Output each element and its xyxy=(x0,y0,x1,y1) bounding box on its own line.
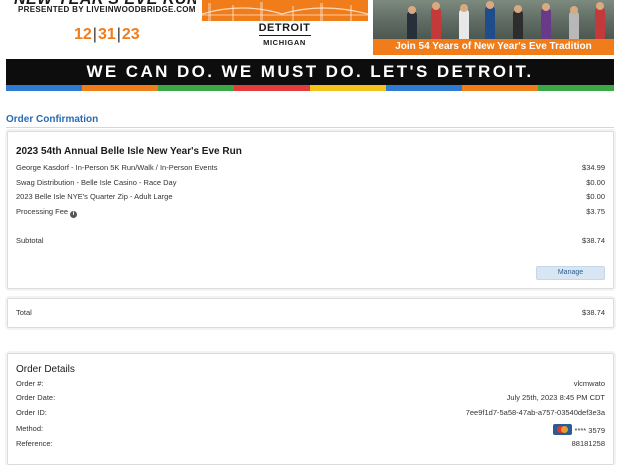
line-item: 2023 Belle Isle NYE's Quarter Zip - Adul… xyxy=(16,192,605,204)
info-icon[interactable]: i xyxy=(70,211,78,218)
runner-head xyxy=(570,6,578,14)
stripe-segment xyxy=(386,85,462,91)
detail-row: Order ID: 7ee9f1d7-5a58-47ab-a757-03540d… xyxy=(16,408,605,420)
mastercard-icon xyxy=(552,424,572,435)
total-label: Total xyxy=(16,308,32,317)
line-item: Swag Distribution - Belle Isle Casino - … xyxy=(16,178,605,190)
stripe-segment xyxy=(82,85,158,91)
banner-tagline: Join 54 Years of New Year's Eve Traditio… xyxy=(373,39,614,55)
skyline-icon xyxy=(202,0,368,21)
detail-value: 7ee9f1d7-5a58-47ab-a757-03540def3e3a xyxy=(465,408,605,417)
stripe-segment xyxy=(158,85,234,91)
total-card: Total $38.74 xyxy=(7,298,614,328)
city-underline xyxy=(259,35,311,36)
line-item-label: Swag Distribution - Belle Isle Casino - … xyxy=(16,178,177,187)
line-item-price: $0.00 xyxy=(586,178,605,187)
processing-fee-wrap: Processing Fee i xyxy=(16,207,78,218)
slogan-text: WE CAN DO. WE MUST DO. LET'S DETROIT. xyxy=(86,62,534,81)
runner-figure xyxy=(459,9,469,41)
stripe-segment xyxy=(462,85,538,91)
line-item-label: George Kasdorf - In-Person 5K Run/Walk /… xyxy=(16,163,218,172)
title-divider xyxy=(6,127,614,128)
page-title: Order Confirmation xyxy=(6,114,99,125)
runner-figure xyxy=(485,6,495,41)
stripe-segment xyxy=(310,85,386,91)
stripe-segment xyxy=(538,85,614,91)
runner-head xyxy=(432,2,440,10)
runner-head xyxy=(460,4,468,12)
detail-value: **** 3579 xyxy=(574,426,605,435)
detail-row: Reference: 88181258 xyxy=(16,439,605,451)
detail-value: 88181258 xyxy=(571,439,605,448)
date-day: 31 xyxy=(97,26,116,43)
banner-event-logo: NEW YEAR'S EVE RUN PRESENTED BY LIVEINWO… xyxy=(6,0,198,55)
line-item-label: Processing Fee xyxy=(16,207,69,216)
runner-head xyxy=(596,2,604,10)
detail-row: Method: **** 3579 xyxy=(16,424,605,436)
subtotal-value: $38.74 xyxy=(582,236,605,245)
runner-figure xyxy=(541,8,551,41)
order-details-card: Order Details Order #: vlcmwato Order Da… xyxy=(7,353,614,465)
detail-label: Reference: xyxy=(16,439,53,448)
detail-label: Method: xyxy=(16,424,44,433)
stripe-segment xyxy=(6,85,82,91)
runners-photo: Join 54 Years of New Year's Eve Traditio… xyxy=(373,0,614,55)
runner-figure xyxy=(595,7,605,41)
slogan-banner: WE CAN DO. WE MUST DO. LET'S DETROIT. xyxy=(6,59,614,91)
line-item-price: $0.00 xyxy=(586,192,605,201)
runner-head xyxy=(408,6,416,14)
detail-label: Order Date: xyxy=(16,393,56,402)
city-name: DETROIT xyxy=(258,22,311,34)
detail-label: Order #: xyxy=(16,379,44,388)
runner-head xyxy=(486,1,494,9)
header-banner: NEW YEAR'S EVE RUN PRESENTED BY LIVEINWO… xyxy=(6,0,614,55)
total-value: $38.74 xyxy=(582,308,605,317)
color-stripe xyxy=(6,85,614,91)
race-date: 12|31|23 xyxy=(74,26,140,43)
detail-value: July 25th, 2023 8:45 PM CDT xyxy=(506,393,605,402)
line-item-price: $34.99 xyxy=(582,163,605,172)
runner-figure xyxy=(431,7,441,41)
runner-head xyxy=(542,3,550,11)
presented-by: PRESENTED BY LIVEINWOODBRIDGE.COM xyxy=(18,5,196,14)
stripe-segment xyxy=(234,85,310,91)
order-summary-card: 2023 54th Annual Belle Isle New Year's E… xyxy=(7,131,614,289)
detail-row: Order Date: July 25th, 2023 8:45 PM CDT xyxy=(16,393,605,405)
payment-method: **** 3579 xyxy=(552,424,605,435)
detroit-logo: DETROIT MICHIGAN xyxy=(196,0,373,55)
detail-row: Order #: vlcmwato xyxy=(16,379,605,391)
runner-figure xyxy=(569,11,579,41)
line-item: George Kasdorf - In-Person 5K Run/Walk /… xyxy=(16,163,605,175)
subtotal-label: Subtotal xyxy=(16,236,44,245)
runner-head xyxy=(514,5,522,13)
order-details-title: Order Details xyxy=(16,364,75,375)
line-item-label: 2023 Belle Isle NYE's Quarter Zip - Adul… xyxy=(16,192,173,201)
runner-figure xyxy=(513,10,523,41)
subtotal-row: Subtotal $38.74 xyxy=(16,236,605,248)
date-year: 23 xyxy=(121,26,140,43)
date-month: 12 xyxy=(74,26,92,43)
manage-button[interactable]: Manage xyxy=(536,266,605,280)
detail-value: vlcmwato xyxy=(573,379,605,388)
runner-figure xyxy=(407,11,417,41)
state-name: MICHIGAN xyxy=(263,38,306,47)
total-row: Total $38.74 xyxy=(16,308,605,320)
detail-label: Order ID: xyxy=(16,408,47,417)
event-title: 2023 54th Annual Belle Isle New Year's E… xyxy=(16,146,242,157)
line-item: Processing Fee i $3.75 xyxy=(16,207,605,219)
line-item-price: $3.75 xyxy=(586,207,605,216)
